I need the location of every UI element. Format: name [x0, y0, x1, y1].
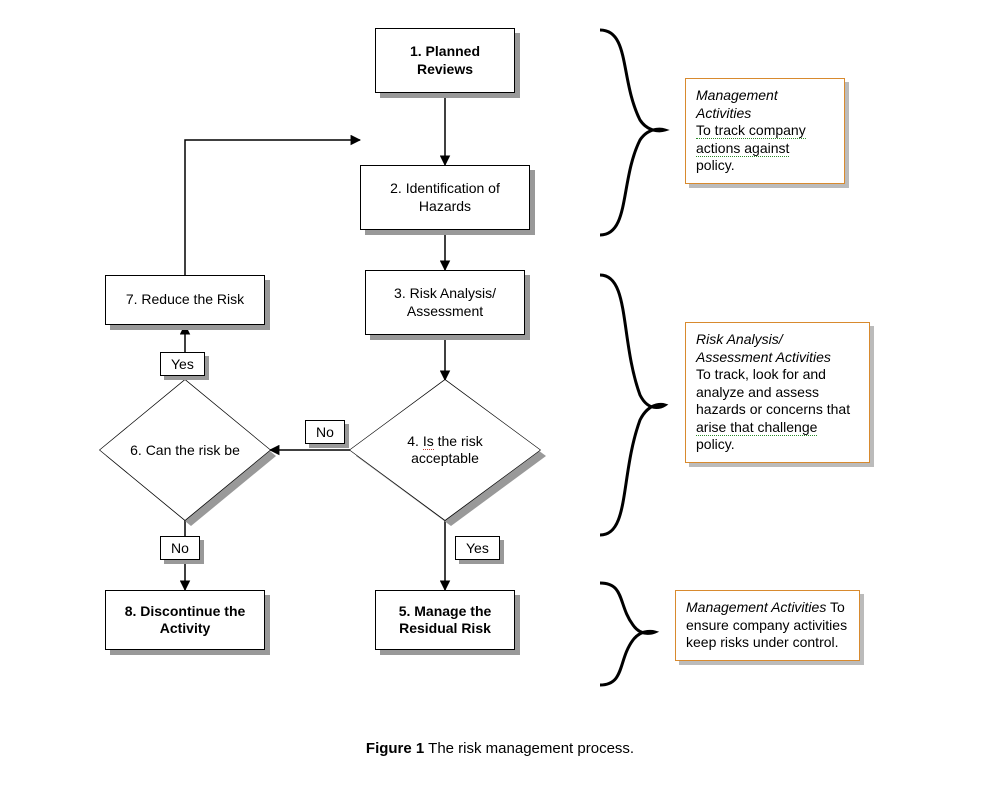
node-label: 7. Reduce the Risk [126, 291, 244, 309]
node-label: 3. Risk Analysis/ Assessment [372, 285, 518, 320]
node-reduce-risk: 7. Reduce the Risk [105, 275, 265, 325]
note-title: Management Activities [686, 599, 826, 615]
node-discontinue-activity: 8. Discontinue the Activity [105, 590, 265, 650]
node-planned-reviews: 1. Planned Reviews [375, 28, 515, 93]
label-no-6to8: No [160, 536, 200, 560]
node-identification-hazards: 2. Identification of Hazards [360, 165, 530, 230]
label-yes-6to7: Yes [160, 352, 205, 376]
note-title: Management Activities [696, 87, 834, 122]
node-label: 5. Manage the Residual Risk [382, 603, 508, 638]
note-body: To track, look for and analyze and asses… [696, 366, 859, 454]
node-label: 8. Discontinue the Activity [112, 603, 258, 638]
figure-caption: Figure 1 The risk management process. [0, 740, 1000, 757]
note-body: To track company actions against policy. [696, 122, 834, 175]
node-manage-residual: 5. Manage the Residual Risk [375, 590, 515, 650]
note-management-activities-bottom: Management Activities To ensure company … [675, 590, 860, 661]
node-label: 4. Is the risk acceptable [378, 433, 512, 467]
node-label: 1. Planned Reviews [382, 43, 508, 78]
node-risk-analysis: 3. Risk Analysis/ Assessment [365, 270, 525, 335]
label-yes-4to5: Yes [455, 536, 500, 560]
decision-risk-acceptable: 4. Is the risk acceptable [350, 380, 540, 520]
note-management-activities-top: Management Activities To track company a… [685, 78, 845, 184]
label-no-4to6: No [305, 420, 345, 444]
decision-can-risk-be: 6. Can the risk be [100, 380, 270, 520]
note-title: Risk Analysis/ Assessment Activities [696, 331, 859, 366]
node-label: 2. Identification of Hazards [367, 180, 523, 215]
note-risk-analysis-activities: Risk Analysis/ Assessment Activities To … [685, 322, 870, 463]
node-label: 6. Can the risk be [130, 442, 240, 459]
